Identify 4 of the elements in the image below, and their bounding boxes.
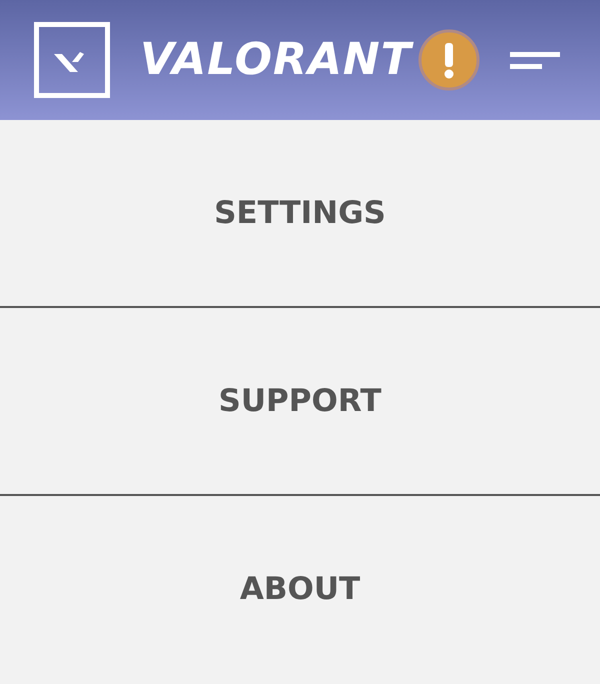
alert-icon[interactable] bbox=[418, 29, 480, 91]
brand-wordmark: VALORANT bbox=[140, 38, 412, 82]
menu-icon[interactable] bbox=[510, 50, 560, 70]
logo-icon bbox=[34, 22, 110, 98]
